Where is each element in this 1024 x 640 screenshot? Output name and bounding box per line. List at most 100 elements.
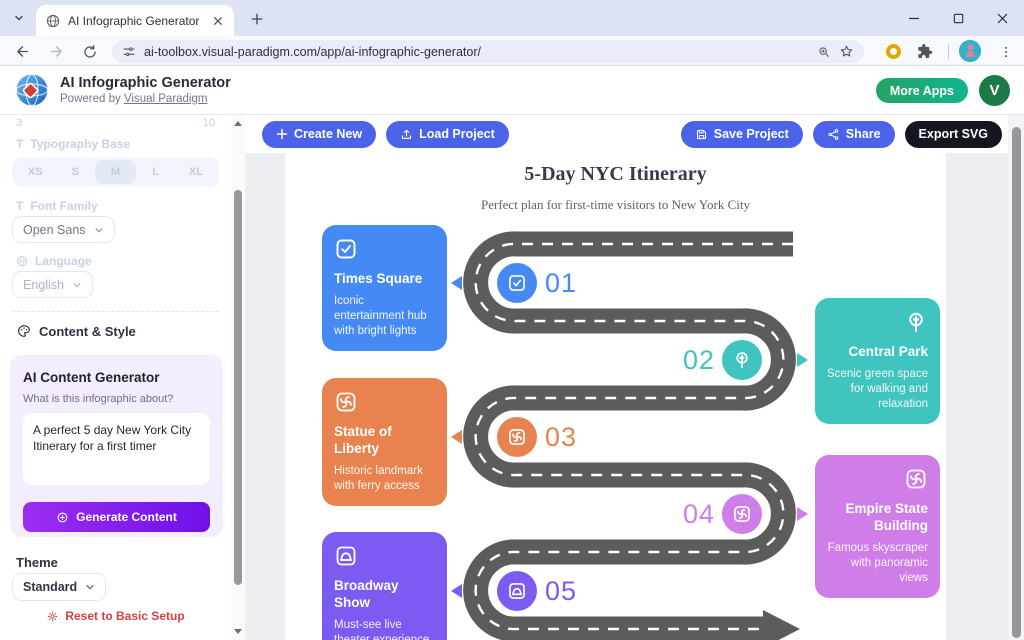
stop-name: Empire State Building [827, 501, 928, 535]
tab-search-chevron-icon[interactable] [8, 7, 30, 29]
stop-marker-05[interactable] [497, 571, 537, 611]
tab-title: AI Infographic Generator [68, 14, 202, 28]
site-settings-icon[interactable] [122, 45, 136, 59]
browser-menu-kebab-icon[interactable] [994, 40, 1018, 63]
size-option-l[interactable]: L [136, 160, 176, 184]
profile-avatar[interactable] [958, 39, 982, 63]
typography-size-selector: XS S M L XL [12, 157, 219, 187]
pinwheel-icon [507, 427, 527, 447]
pointer-triangle [451, 276, 462, 290]
user-avatar[interactable]: V [979, 75, 1010, 106]
more-apps-button[interactable]: More Apps [876, 78, 968, 103]
stop-marker-03[interactable] [497, 417, 537, 457]
generate-content-button[interactable]: Generate Content [23, 502, 210, 532]
stop-number: 04 [615, 496, 715, 532]
language-select[interactable]: English [12, 271, 93, 298]
zoom-icon[interactable] [817, 45, 831, 59]
stop-name: Statue of Liberty [334, 424, 435, 458]
infographic-canvas[interactable]: 5-Day NYC Itinerary Perfect plan for fir… [285, 153, 946, 640]
typography-icon: T [16, 137, 23, 151]
stop-card-central-park[interactable]: Central Park Scenic green space for walk… [815, 298, 940, 424]
theme-select[interactable]: Standard [12, 573, 106, 601]
reload-button[interactable] [78, 40, 102, 63]
stop-card-broadway-show[interactable]: Broadway Show Must-see live theater expe… [322, 532, 447, 640]
size-option-xs[interactable]: XS [15, 160, 55, 184]
ai-prompt-input[interactable]: A perfect 5 day New York City Itinerary … [23, 413, 210, 485]
export-svg-button[interactable]: Export SVG [905, 121, 1002, 148]
range-max: 10 [203, 117, 215, 129]
editor-toolbar: Create New Load Project Save Project Sha… [245, 115, 1008, 153]
stop-number: 03 [545, 419, 577, 455]
stop-number: 05 [545, 573, 577, 609]
content-style-heading: Content & Style [16, 323, 136, 339]
url-text: ai-toolbox.visual-paradigm.com/app/ai-in… [144, 45, 809, 59]
font-icon: T [16, 199, 23, 213]
stop-number: 02 [615, 342, 715, 378]
main-scrollbar-thumb[interactable] [1012, 127, 1021, 638]
size-option-s[interactable]: S [55, 160, 95, 184]
pointer-triangle [797, 353, 808, 367]
bookmark-star-icon[interactable] [839, 44, 854, 59]
generate-icon [56, 511, 69, 524]
font-family-select[interactable]: Open Sans [12, 216, 115, 243]
sidebar-scrollbar [231, 115, 245, 640]
stop-description: Famous skyscraper with panoramic views [827, 541, 928, 586]
browser-window: AI Infographic Generator ai-t [0, 0, 1024, 640]
stop-marker-02[interactable] [722, 340, 762, 380]
reset-basic-setup-link[interactable]: Reset to Basic Setup [0, 609, 231, 623]
window-controls [892, 0, 1024, 36]
visual-paradigm-link[interactable]: Visual Paradigm [124, 93, 208, 105]
create-new-button[interactable]: Create New [262, 121, 376, 148]
size-option-xl[interactable]: XL [176, 160, 216, 184]
toolbar-divider [948, 44, 949, 59]
globe-favicon-icon [46, 14, 60, 28]
load-project-button[interactable]: Load Project [386, 121, 509, 148]
editor-main-area: Create New Load Project Save Project Sha… [245, 115, 1008, 640]
pinwheel-icon [732, 504, 752, 524]
stop-card-times-square[interactable]: Times Square Iconic entertainment hub wi… [322, 225, 447, 351]
chevron-down-icon [72, 280, 82, 290]
new-tab-button[interactable] [246, 8, 268, 30]
extension-ring-icon[interactable] [886, 44, 901, 59]
range-min: 3 [16, 117, 22, 129]
stop-description: Scenic green space for walking and relax… [827, 367, 928, 412]
pointer-triangle [451, 584, 462, 598]
extensions-puzzle-icon[interactable] [912, 40, 936, 63]
chevron-down-icon [85, 582, 95, 592]
sidebar-scrollbar-thumb[interactable] [234, 190, 242, 585]
forward-button[interactable] [44, 40, 68, 63]
road-arrowhead [763, 610, 800, 640]
stop-marker-04[interactable] [722, 494, 762, 534]
stop-description: Historic landmark with ferry access [334, 464, 435, 494]
share-icon [827, 128, 840, 141]
stop-marker-01[interactable] [497, 263, 537, 303]
ai-panel-question: What is this infographic about? [23, 393, 210, 405]
checkbox-icon [507, 273, 527, 293]
share-button[interactable]: Share [813, 121, 895, 148]
visual-paradigm-logo [14, 72, 50, 108]
stop-card-empire-state-building[interactable]: Empire State Building Famous skyscraper … [815, 455, 940, 598]
save-project-button[interactable]: Save Project [681, 121, 803, 148]
theater-stage-icon [507, 581, 527, 601]
back-button[interactable] [10, 40, 34, 63]
upload-icon [400, 128, 413, 141]
tab-close-icon[interactable] [210, 13, 226, 29]
size-option-m[interactable]: M [95, 160, 135, 184]
powered-by: Powered by Visual Paradigm [60, 93, 231, 105]
scroll-up-arrow[interactable] [231, 117, 245, 130]
maximize-button[interactable] [936, 0, 980, 36]
theme-label: Theme [16, 555, 58, 570]
stop-name: Broadway Show [334, 578, 435, 612]
address-bar[interactable]: ai-toolbox.visual-paradigm.com/app/ai-in… [112, 40, 864, 63]
scroll-down-arrow[interactable] [231, 625, 245, 638]
range-endpoints: 3 10 [16, 117, 215, 129]
stop-card-statue-of-liberty[interactable]: Statue of Liberty Historic landmark with… [322, 378, 447, 506]
palette-icon [16, 323, 32, 339]
gear-icon [46, 610, 59, 623]
ai-content-generator-panel: AI Content Generator What is this infogr… [10, 355, 223, 537]
minimize-button[interactable] [892, 0, 936, 36]
browser-tab[interactable]: AI Infographic Generator [36, 5, 234, 36]
section-divider [12, 311, 219, 312]
theater-stage-icon [334, 544, 358, 568]
close-window-button[interactable] [980, 0, 1024, 36]
